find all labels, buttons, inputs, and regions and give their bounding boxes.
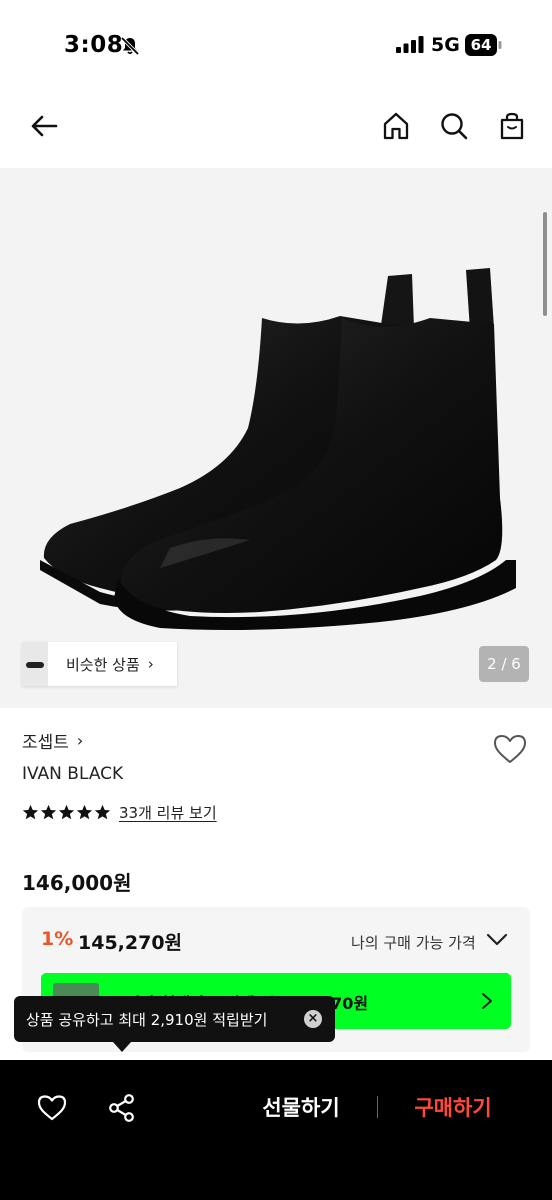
chevron-right-icon: › <box>76 731 84 750</box>
star-icon <box>76 804 93 820</box>
rating-row: 33개 리뷰 보기 <box>22 802 217 823</box>
heart-icon[interactable] <box>36 1092 68 1124</box>
discount-rate: 1% <box>41 928 74 950</box>
heart-icon[interactable] <box>492 732 528 766</box>
my-price-toggle[interactable]: 나의 구매 가능 가격 <box>351 932 476 953</box>
network-type: 5G <box>431 34 460 56</box>
signal-icon <box>396 36 424 53</box>
search-icon[interactable] <box>436 108 472 144</box>
back-arrow-icon[interactable] <box>26 108 62 144</box>
divider <box>377 1096 378 1118</box>
buy-button[interactable]: 구매하기 <box>400 1090 506 1124</box>
product-name: IVAN BLACK <box>22 764 124 784</box>
product-image-carousel[interactable]: 비슷한 상품 › 2 / 6 <box>0 168 552 708</box>
gift-button[interactable]: 선물하기 <box>248 1090 354 1124</box>
status-time: 3:08 <box>64 32 124 58</box>
product-price: 146,000원 <box>22 871 132 895</box>
brand-name: 조셉트 <box>22 733 69 753</box>
star-icon <box>94 804 111 820</box>
tooltip-text: 상품 공유하고 최대 2,910원 적립받기 <box>26 1010 268 1029</box>
review-link[interactable]: 33개 리뷰 보기 <box>119 802 217 823</box>
bottom-action-bar: 선물하기 구매하기 <box>0 1060 552 1200</box>
chevron-down-icon[interactable] <box>486 933 508 947</box>
product-image <box>40 268 516 630</box>
battery-icon: 64 <box>465 34 503 56</box>
star-icon <box>22 804 39 820</box>
chevron-right-icon <box>482 993 492 1009</box>
brand-link[interactable]: 조셉트 › <box>22 728 83 753</box>
image-page-counter: 2 / 6 <box>479 646 529 682</box>
share-icon[interactable] <box>106 1092 138 1124</box>
image-scroll-indicator <box>543 212 547 316</box>
star-rating <box>22 804 111 821</box>
discount-price: 145,270원 <box>78 932 183 954</box>
shopping-bag-icon[interactable] <box>494 108 530 144</box>
status-bar: 3:08 5G 64 <box>0 0 552 90</box>
tooltip-tail <box>113 1042 131 1052</box>
close-icon[interactable]: × <box>304 1010 322 1028</box>
chevron-right-icon: › <box>147 655 154 673</box>
similar-products-button[interactable]: 비슷한 상품 › <box>22 642 177 686</box>
similar-product-thumbnail <box>22 642 48 686</box>
share-reward-tooltip: 상품 공유하고 최대 2,910원 적립받기 × <box>14 996 335 1042</box>
battery-level: 64 <box>470 36 492 54</box>
star-icon <box>58 804 75 820</box>
top-navigation <box>0 90 552 168</box>
similar-products-label: 비슷한 상품 <box>66 655 140 674</box>
bell-off-icon <box>120 36 140 56</box>
home-icon[interactable] <box>378 108 414 144</box>
star-icon <box>40 804 57 820</box>
